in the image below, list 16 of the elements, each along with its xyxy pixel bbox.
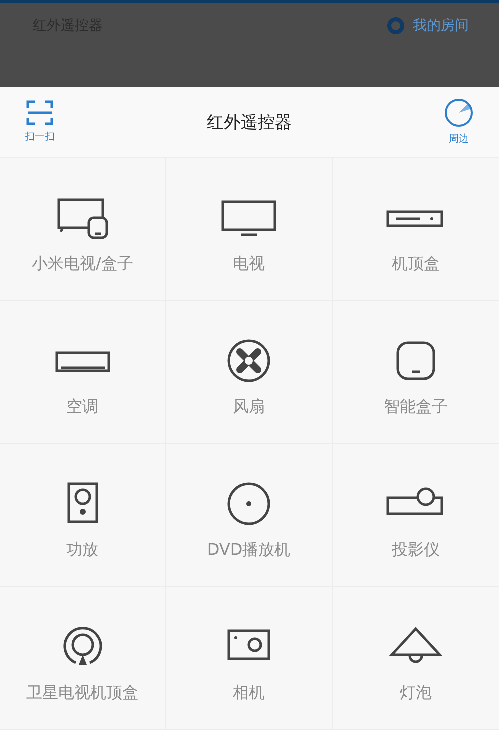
- radar-icon: [444, 98, 474, 128]
- device-tile[interactable]: 空调: [0, 301, 166, 444]
- device-tile[interactable]: DVD播放机: [166, 444, 333, 587]
- room-link[interactable]: 我的房间: [387, 17, 469, 35]
- device-tile[interactable]: 相机: [166, 587, 333, 730]
- scan-button[interactable]: 扫一扫: [25, 100, 55, 144]
- room-label: 我的房间: [413, 17, 469, 35]
- device-tile[interactable]: 电视: [166, 158, 333, 301]
- page-title: 红外遥控器: [207, 112, 292, 134]
- ring-icon: [387, 17, 405, 35]
- device-tile[interactable]: 功放: [0, 444, 166, 587]
- device-tile[interactable]: 风扇: [166, 301, 333, 444]
- device-tile[interactable]: 小米电视/盒子: [0, 158, 166, 301]
- device-tile[interactable]: 卫星电视机顶盒: [0, 587, 166, 730]
- nearby-button[interactable]: 周边: [444, 98, 474, 146]
- scan-icon: [26, 100, 54, 126]
